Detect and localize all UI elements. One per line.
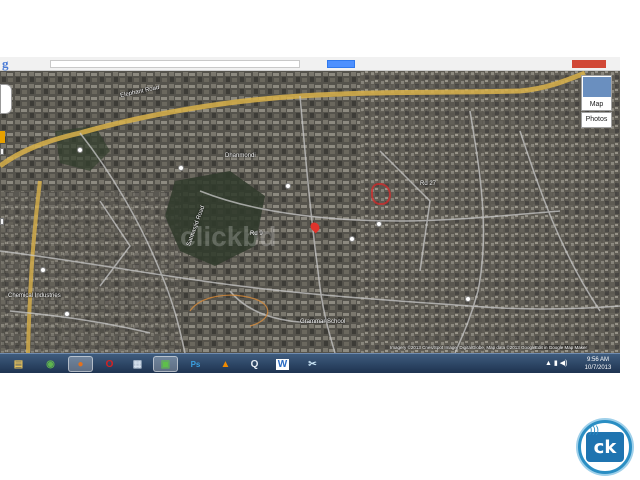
word-icon: W <box>275 358 290 370</box>
photos-button[interactable]: Photos <box>581 112 612 128</box>
clickbd-logo: ))) ck <box>578 420 632 474</box>
place-marker[interactable] <box>465 296 471 302</box>
tb-app-10[interactable]: ✂ <box>300 356 325 372</box>
satellite-map[interactable]: Elephant Road Dhanmondi Rd 27 Chemical I… <box>0 71 620 353</box>
chrome-icon: ◉ <box>46 358 55 370</box>
opera-icon: O <box>105 358 114 370</box>
zoom-in-button[interactable] <box>0 148 4 155</box>
map-label: Chemical Industries <box>8 293 61 299</box>
tb-app-8[interactable]: Q <box>242 356 267 372</box>
place-marker[interactable] <box>64 311 70 317</box>
taskbar-clock[interactable]: 9:56 AM 10/7/2013 <box>580 356 616 372</box>
vlc-icon: ▲ <box>220 358 231 370</box>
google-logo[interactable]: g <box>2 56 9 72</box>
terminal-icon: ▣ <box>160 358 171 370</box>
network-icon[interactable]: ▮ <box>554 360 558 367</box>
map-label: Grammar School <box>300 319 346 325</box>
system-tray[interactable]: ▲ ▮ ◀) <box>545 359 567 367</box>
folder-icon: ▤ <box>13 358 24 370</box>
tb-app-1[interactable]: ◉ <box>38 356 63 372</box>
tb-app-7[interactable]: ▲ <box>213 356 238 372</box>
tb-app-0[interactable]: ▤ <box>6 356 31 372</box>
firefox-icon: ● <box>77 358 84 370</box>
tb-app-5[interactable]: ▣ <box>153 356 178 372</box>
map-label: Rd 27 <box>420 181 437 187</box>
tb-app-3[interactable]: O <box>97 356 122 372</box>
tb-app-6[interactable]: Ps <box>183 356 208 372</box>
photoshop-icon: Ps <box>190 359 201 369</box>
photos-label: Photos <box>585 116 608 123</box>
place-marker[interactable] <box>178 165 184 171</box>
place-marker[interactable] <box>349 236 355 242</box>
zoom-out-button[interactable] <box>0 218 4 225</box>
show-hidden-icon[interactable]: ▲ <box>545 360 552 367</box>
map-label: Dhanmondi <box>225 153 256 159</box>
pan-control[interactable] <box>0 84 12 114</box>
place-marker[interactable] <box>77 147 83 153</box>
clock-date: 10/7/2013 <box>584 365 612 371</box>
tb-app-4[interactable]: ▦ <box>125 356 150 372</box>
map-type-toggle[interactable]: Map <box>581 75 612 111</box>
map-type-label: Map <box>589 101 604 108</box>
satellite-imagery <box>0 71 620 353</box>
map-thumbnail-icon <box>583 77 611 97</box>
pegman-icon[interactable] <box>0 131 5 143</box>
windows-taskbar: ▤ ◉ ● O ▦ ▣ Ps ▲ Q W ✂ ▲ ▮ ◀) 9:56 AM 10… <box>0 353 620 373</box>
map-watermark: clickbd <box>180 221 277 252</box>
screenshot-page: g Elephant Road Dhanmondi Rd 27 Chemical… <box>0 0 640 480</box>
logo-mark-icon: ck <box>586 432 624 462</box>
quicktime-icon: Q <box>250 358 259 370</box>
signal-icon: ))) <box>589 425 599 436</box>
place-marker[interactable] <box>40 267 46 273</box>
snipping-icon: ✂ <box>308 358 317 370</box>
map-attribution: Imagery ©2013 Cnes/Spot Image, DigitalGl… <box>390 345 536 350</box>
maps-header-bar: g <box>0 56 620 72</box>
place-marker[interactable] <box>285 183 291 189</box>
notepad-icon: ▦ <box>132 358 143 370</box>
place-marker[interactable] <box>376 221 382 227</box>
search-button[interactable] <box>327 60 355 68</box>
red-annotation-circle <box>371 183 391 205</box>
tb-app-2[interactable]: ● <box>68 356 93 372</box>
clock-time: 9:56 AM <box>586 357 609 363</box>
sign-in-button[interactable] <box>572 60 606 68</box>
volume-icon[interactable]: ◀) <box>560 360 568 367</box>
tb-app-9[interactable]: W <box>270 356 295 372</box>
edit-map-link[interactable]: Edit in Google Map Maker <box>535 345 588 350</box>
search-input[interactable] <box>50 60 300 68</box>
